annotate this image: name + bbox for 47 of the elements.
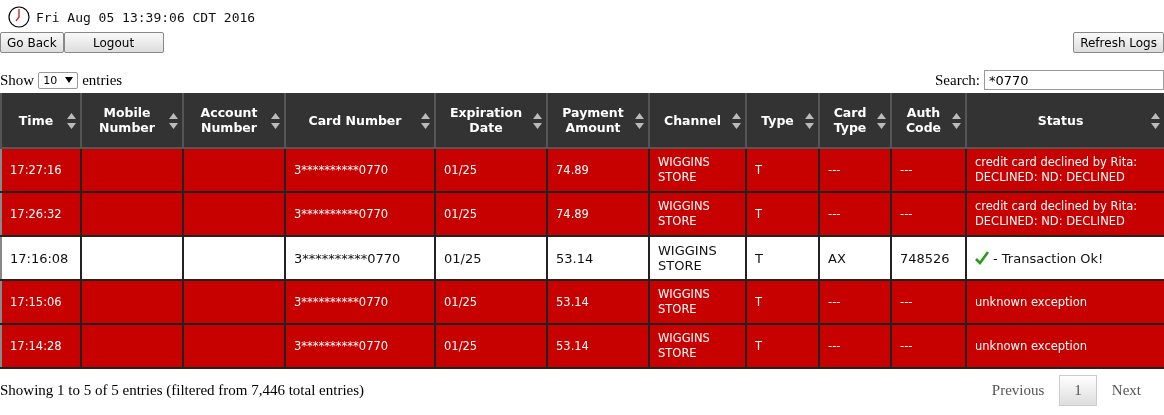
sort-icon xyxy=(169,113,178,129)
table-cell: 3**********0770 xyxy=(285,324,435,368)
sort-icon xyxy=(421,113,430,129)
column-header[interactable]: Status xyxy=(966,93,1164,148)
sort-icon xyxy=(635,113,644,129)
sort-icon xyxy=(67,113,76,129)
column-header[interactable]: Auth Code xyxy=(891,93,966,148)
refresh-logs-button[interactable]: Refresh Logs xyxy=(1073,32,1164,53)
logout-button[interactable]: Logout xyxy=(63,32,164,53)
column-header[interactable]: Card Type xyxy=(819,93,891,148)
sort-icon xyxy=(1151,113,1160,129)
column-header[interactable]: Payment Amount xyxy=(547,93,649,148)
caret-icon xyxy=(65,77,74,83)
checkmark-icon xyxy=(975,251,989,265)
table-cell: 53.14 xyxy=(547,324,649,368)
table-cell: WIGGINS STORE xyxy=(649,324,746,368)
date-time: Fri Aug 05 13:39:06 CDT 2016 xyxy=(36,9,256,25)
search-label: Search: xyxy=(935,71,980,89)
table-cell: - Transaction Ok! xyxy=(993,250,1104,266)
sort-icon xyxy=(877,113,886,129)
clock-icon xyxy=(8,6,30,28)
column-header[interactable]: Mobile Number xyxy=(81,93,183,148)
pagination-button[interactable]: Previous xyxy=(976,375,1060,406)
table-cell: --- xyxy=(891,324,966,368)
show-label: Show xyxy=(0,71,35,89)
sort-icon xyxy=(805,113,814,129)
table-info: Showing 1 to 5 of 5 entries (filtered from 7,446 total entries) xyxy=(0,382,365,399)
entries-label: entries xyxy=(82,71,123,89)
search-field[interactable]: *0770 xyxy=(984,70,1164,90)
go-back-button[interactable]: Go Back xyxy=(0,32,64,53)
pagination-button[interactable]: Next xyxy=(1096,375,1156,406)
sort-icon xyxy=(533,113,542,129)
column-header[interactable]: Channel xyxy=(649,93,746,148)
column-header[interactable]: Type xyxy=(746,93,819,148)
column-header[interactable]: Account Number xyxy=(183,93,285,148)
pagination-button[interactable]: 1 xyxy=(1059,375,1097,406)
column-header[interactable]: Expiration Date xyxy=(435,93,547,148)
entries-select[interactable]: 10 xyxy=(38,71,79,89)
column-header[interactable]: Card Number xyxy=(285,93,435,148)
column-header[interactable]: Time xyxy=(1,93,81,148)
sort-icon xyxy=(732,113,741,129)
table-cell: --- xyxy=(819,324,891,368)
table-cell: T xyxy=(746,324,819,368)
sort-icon xyxy=(271,113,280,129)
table-cell: 01/25 xyxy=(435,324,547,368)
table-cell: 17:14:28 xyxy=(1,324,81,368)
sort-icon xyxy=(952,113,961,129)
